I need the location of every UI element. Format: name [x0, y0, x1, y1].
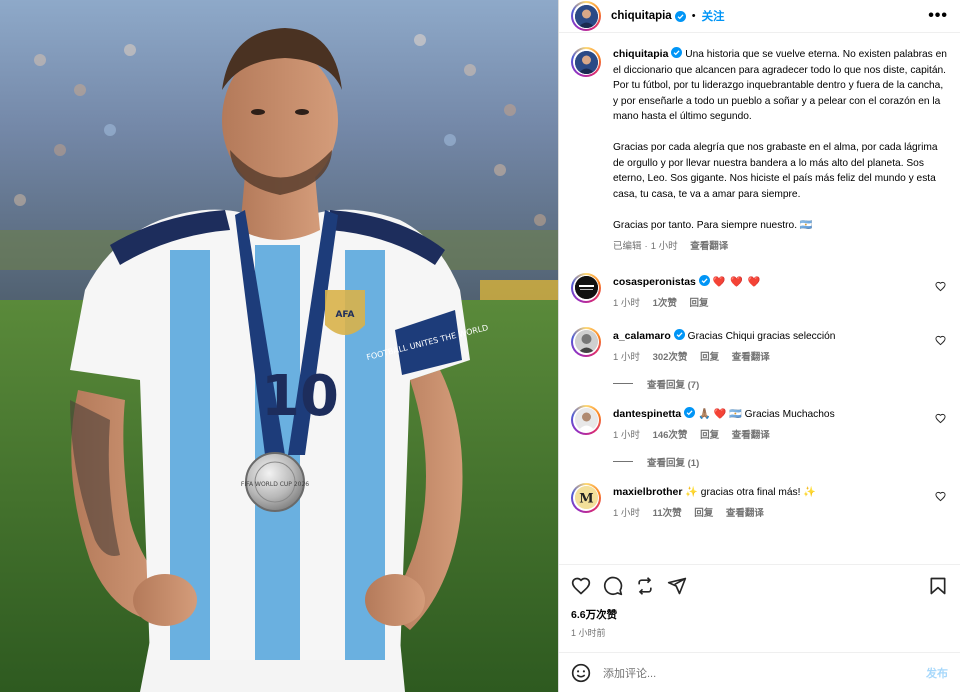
share-icon[interactable]: [667, 576, 687, 596]
cosas-logo-icon: [574, 276, 598, 299]
see-translation-link[interactable]: 查看翻译: [732, 352, 770, 363]
reply-button[interactable]: 回复: [690, 298, 709, 309]
edited-label: 已编辑: [613, 241, 642, 252]
likes-count[interactable]: 6.6万次赞: [571, 607, 948, 622]
see-translation-link[interactable]: 查看翻译: [690, 241, 728, 252]
emoji-icon[interactable]: [571, 663, 591, 683]
m-logo-icon: M: [574, 486, 598, 509]
comment-like-heart-icon[interactable]: [935, 335, 946, 346]
verified-badge-icon: [673, 328, 685, 340]
commenter-username[interactable]: dantespinetta: [613, 408, 681, 420]
author-username[interactable]: chiquitapia: [611, 10, 672, 22]
avatar[interactable]: [571, 1, 601, 31]
comment-likes[interactable]: 302次赞: [653, 352, 688, 363]
caption-avatar[interactable]: [571, 47, 601, 77]
view-replies-label: 查看回复 (1): [647, 457, 700, 469]
save-bookmark-icon[interactable]: [928, 576, 948, 596]
comment-time: 1 小时: [613, 297, 640, 309]
like-heart-icon[interactable]: [571, 576, 591, 596]
comment-text: ❤️ ❤️ ❤️: [712, 276, 762, 288]
add-comment-bar: 添加评论... 发布: [559, 652, 960, 692]
follow-button[interactable]: 关注: [702, 8, 725, 24]
commenter-username[interactable]: maxielbrother: [613, 486, 682, 498]
view-replies-button[interactable]: 查看回复 (1): [613, 455, 948, 469]
replies-line: [613, 383, 633, 384]
comment-text: 🙏🏽 ❤️ 🇦🇷 Gracias Muchachos: [698, 408, 835, 420]
comment-text: Gracias Chiqui gracias selección: [687, 330, 836, 342]
svg-text:M: M: [579, 492, 593, 507]
comments-scroll[interactable]: chiquitapia Una historia que se vuelve e…: [559, 33, 960, 564]
replies-line: [613, 461, 633, 462]
reply-button[interactable]: 回复: [700, 430, 719, 441]
see-translation-link[interactable]: 查看翻译: [726, 508, 764, 519]
comment-meta: 1 小时 302次赞 回复 查看翻译: [613, 350, 948, 365]
more-options-icon[interactable]: •••: [928, 7, 948, 25]
comment-meta: 1 小时 1次赞 回复: [613, 296, 948, 311]
comment-like-heart-icon[interactable]: [935, 491, 946, 502]
post-comment-button[interactable]: 发布: [926, 665, 948, 681]
comment: cosasperonistas ❤️ ❤️ ❤️ 1 小时 1次赞 回复: [571, 272, 948, 311]
caption-meta: 已编辑 · 1 小时 查看翻译: [613, 239, 948, 255]
comment-meta: 1 小时 146次赞 回复 查看翻译: [613, 428, 948, 443]
comment-likes[interactable]: 146次赞: [653, 430, 688, 441]
comment-bubble-icon[interactable]: [603, 576, 623, 596]
commenter-avatar[interactable]: [571, 272, 601, 303]
post-image: FOOTBALL UNITES THE WORLD AFA 10 FIFA WO…: [0, 0, 558, 692]
post-actions: 6.6万次赞 1 小时前: [559, 564, 960, 652]
post-time: 1 小时前: [571, 628, 606, 638]
caption-username[interactable]: chiquitapia: [613, 48, 668, 60]
caption-paragraph-3: Gracias por tanto. Para siempre nuestro.…: [613, 219, 813, 231]
afa-badge: AFA: [325, 290, 365, 335]
commenter-username[interactable]: cosasperonistas: [613, 276, 696, 288]
verified-badge-icon: [684, 406, 696, 418]
commenter-avatar[interactable]: [571, 404, 601, 435]
verified-badge-icon: [698, 274, 710, 286]
see-translation-link[interactable]: 查看翻译: [732, 430, 770, 441]
commenter-avatar[interactable]: M: [571, 482, 601, 513]
jersey-number: 10: [261, 364, 339, 429]
reply-button[interactable]: 回复: [694, 508, 713, 519]
comment: M maxielbrother ✨ gracias otra final más…: [571, 482, 948, 521]
comment-likes[interactable]: 1次赞: [653, 298, 677, 309]
verified-badge-icon: [674, 10, 686, 22]
separator-dot: •: [691, 10, 696, 22]
caption: chiquitapia Una historia que se vuelve e…: [571, 47, 948, 255]
medal-text: FIFA WORLD CUP 2026: [241, 481, 309, 488]
comment-text: ✨ gracias otra final más! ✨: [685, 486, 816, 498]
meta-sep: ·: [644, 241, 648, 252]
comment-time: 1 小时: [613, 351, 640, 363]
post-panel: chiquitapia • 关注 ••• chiquitapia Una his…: [558, 0, 960, 692]
caption-time: 1 小时: [650, 241, 678, 252]
comment-time: 1 小时: [613, 429, 640, 441]
view-replies-button[interactable]: 查看回复 (7): [613, 377, 948, 391]
verified-badge-icon: [671, 47, 683, 58]
view-replies-label: 查看回复 (7): [647, 379, 700, 391]
comment-like-heart-icon[interactable]: [935, 281, 946, 292]
profile-picture-icon: [574, 330, 598, 353]
comment-like-heart-icon[interactable]: [935, 413, 946, 424]
svg-text:AFA: AFA: [335, 310, 354, 320]
comment-input[interactable]: 添加评论...: [603, 665, 926, 681]
comment-time: 1 小时: [613, 507, 640, 519]
repost-icon[interactable]: [635, 576, 655, 596]
profile-picture-icon: [574, 50, 598, 74]
comment: a_calamaro Gracias Chiqui gracias selecc…: [571, 326, 948, 365]
comment-meta: 1 小时 11次赞 回复 查看翻译: [613, 506, 948, 521]
caption-paragraph-2: Gracias por cada alegría que nos grabast…: [613, 142, 938, 200]
commenter-avatar[interactable]: [571, 326, 601, 357]
commenter-username[interactable]: a_calamaro: [613, 330, 671, 342]
reply-button[interactable]: 回复: [700, 352, 719, 363]
profile-picture-icon: [574, 408, 598, 431]
comment-likes[interactable]: 11次赞: [653, 508, 682, 519]
post-header: chiquitapia • 关注 •••: [559, 0, 960, 33]
profile-picture-icon: [574, 4, 598, 28]
post-photo[interactable]: FOOTBALL UNITES THE WORLD AFA 10 FIFA WO…: [0, 0, 558, 692]
comment: dantespinetta 🙏🏽 ❤️ 🇦🇷 Gracias Muchachos…: [571, 404, 948, 443]
